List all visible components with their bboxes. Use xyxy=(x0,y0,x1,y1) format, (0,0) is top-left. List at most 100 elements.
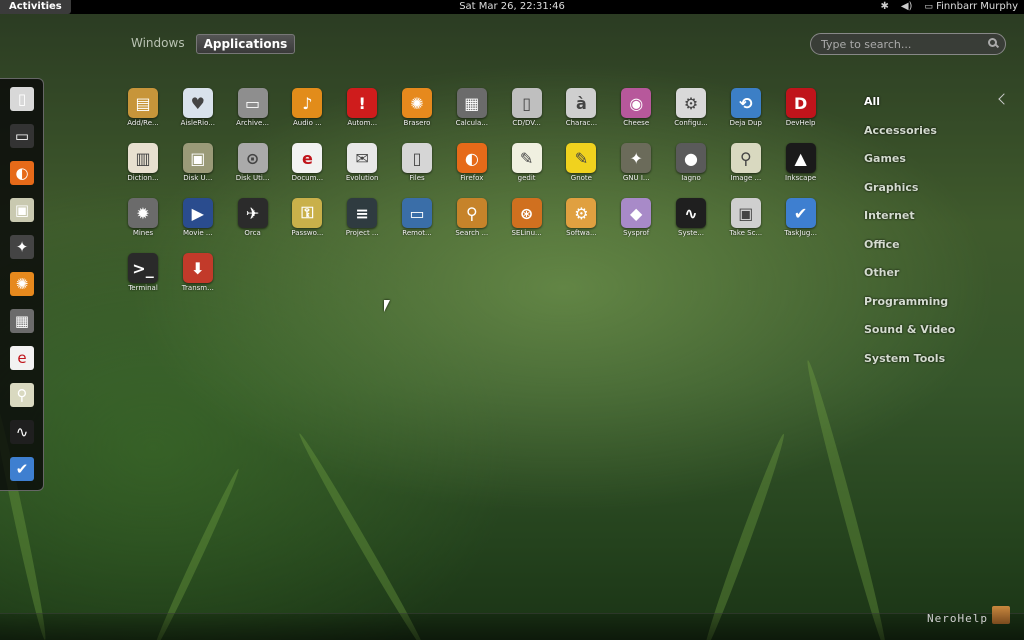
selinux-icon: ⊛ xyxy=(511,198,542,228)
search-input[interactable] xyxy=(821,37,981,51)
category-office[interactable]: Office xyxy=(864,238,955,267)
category-system-tools[interactable]: System Tools xyxy=(864,352,955,381)
user-menu[interactable]: ▭ Finnbarr Murphy xyxy=(924,0,1018,14)
app-label: Audio ... xyxy=(292,119,322,127)
app-launcher[interactable]: ✦ GNU I... xyxy=(609,141,663,193)
app-launcher[interactable]: ▯ Files xyxy=(390,141,444,193)
category-games[interactable]: Games xyxy=(864,152,955,181)
app-launcher[interactable]: ▤ Add/Re... xyxy=(116,86,170,138)
app-label: Iagno xyxy=(681,174,701,182)
app-label: Disk U... xyxy=(183,174,213,182)
dash: ▯ ▭ ◐ ▣ ✦ ✺ ▦ e ⚲ ∿ ✔ xyxy=(0,78,44,491)
evolution-icon[interactable]: e xyxy=(10,346,34,370)
app-launcher[interactable]: ▲ Inkscape xyxy=(774,141,828,193)
disk-usage-icon: ▣ xyxy=(182,143,213,173)
terminal-icon[interactable]: ▭ xyxy=(10,124,34,148)
app-launcher[interactable]: >_ Terminal xyxy=(116,251,170,303)
app-launcher[interactable]: ▯ CD/DV... xyxy=(500,86,554,138)
app-launcher[interactable]: ⚲ Image ... xyxy=(719,141,773,193)
rotate-icon[interactable]: ✺ xyxy=(10,272,34,296)
package-icon: ▤ xyxy=(128,88,158,118)
app-launcher[interactable]: ⚙ Configu... xyxy=(664,86,718,138)
app-label: Archive... xyxy=(236,119,270,127)
audio-cd-icon: ♪ xyxy=(292,88,323,118)
app-launcher[interactable]: ⊙ Disk Uti... xyxy=(226,141,280,193)
image-viewer-icon: ⚲ xyxy=(730,143,761,173)
app-launcher[interactable]: ♥ AisleRio... xyxy=(171,86,225,138)
app-launcher[interactable]: ∿ Syste... xyxy=(664,196,718,248)
app-launcher[interactable]: ! Autom... xyxy=(335,86,389,138)
files-icon[interactable]: ▯ xyxy=(10,87,34,111)
devhelp-icon: D xyxy=(785,88,816,118)
app-label: Deja Dup xyxy=(729,119,763,127)
app-launcher[interactable]: ✈ Orca xyxy=(226,196,280,248)
app-launcher[interactable]: ◐ Firefox xyxy=(445,141,499,193)
search-box[interactable] xyxy=(810,33,1006,55)
app-launcher[interactable]: ● Iagno xyxy=(664,141,718,193)
app-launcher[interactable]: à Charac... xyxy=(554,86,608,138)
firefox-icon[interactable]: ◐ xyxy=(10,161,34,185)
app-launcher[interactable]: ▭ Remot... xyxy=(390,196,444,248)
app-launcher[interactable]: ✔ TaskJug... xyxy=(774,196,828,248)
app-launcher[interactable]: ▣ Take Sc... xyxy=(719,196,773,248)
app-launcher[interactable]: ▦ Calcula... xyxy=(445,86,499,138)
category-all[interactable]: All xyxy=(864,95,955,124)
chevron-left-icon[interactable] xyxy=(998,93,1010,105)
app-label: Take Sc... xyxy=(729,229,763,237)
app-launcher[interactable]: ✉ Evolution xyxy=(335,141,389,193)
system-monitor-icon[interactable]: ∿ xyxy=(10,420,34,444)
app-launcher[interactable]: e Docum... xyxy=(280,141,334,193)
view-selector: Windows Applications xyxy=(124,34,296,54)
app-label: Orca xyxy=(244,229,261,237)
software-icon: ⚙ xyxy=(566,198,597,228)
app-label: Syste... xyxy=(678,229,704,237)
calculator-icon[interactable]: ▦ xyxy=(10,309,34,333)
app-launcher[interactable]: D DevHelp xyxy=(774,86,828,138)
app-launcher[interactable]: ⚙ Softwa... xyxy=(554,196,608,248)
app-launcher[interactable]: ◉ Cheese xyxy=(609,86,663,138)
image-viewer-icon[interactable]: ⚲ xyxy=(10,383,34,407)
sysprof-icon: ◆ xyxy=(621,198,652,228)
app-launcher[interactable]: ⟲ Deja Dup xyxy=(719,86,773,138)
category-programming[interactable]: Programming xyxy=(864,295,955,324)
app-launcher[interactable]: ⊛ SELinu... xyxy=(500,196,554,248)
app-launcher[interactable]: ≡ Project ... xyxy=(335,196,389,248)
app-label: Charac... xyxy=(565,119,598,127)
app-launcher[interactable]: ▣ Disk U... xyxy=(171,141,225,193)
app-label: TaskJug... xyxy=(784,229,817,237)
app-launcher[interactable]: ▥ Diction... xyxy=(116,141,170,193)
app-launcher[interactable]: ⬇ Transm... xyxy=(171,251,225,303)
app-launcher[interactable]: ▭ Archive... xyxy=(226,86,280,138)
category-accessories[interactable]: Accessories xyxy=(864,124,955,153)
tab-windows[interactable]: Windows xyxy=(124,34,192,54)
cheese-icon: ◉ xyxy=(621,88,652,118)
app-launcher[interactable]: ▶ Movie ... xyxy=(171,196,225,248)
category-other[interactable]: Other xyxy=(864,266,955,295)
category-internet[interactable]: Internet xyxy=(864,209,955,238)
search-icon[interactable] xyxy=(988,38,997,47)
app-launcher[interactable]: ✎ gedit xyxy=(500,141,554,193)
app-launcher[interactable]: ♪ Audio ... xyxy=(280,86,334,138)
app-label: gedit xyxy=(517,174,536,182)
tab-applications[interactable]: Applications xyxy=(195,34,296,54)
app-label: Configu... xyxy=(674,119,708,127)
app-launcher[interactable]: ⚲ Search ... xyxy=(445,196,499,248)
app-launcher[interactable]: ✹ Mines xyxy=(116,196,170,248)
app-launcher[interactable]: ✺ Brasero xyxy=(390,86,444,138)
app-launcher[interactable]: ✎ Gnote xyxy=(554,141,608,193)
app-label: Docum... xyxy=(291,174,324,182)
firefox-icon: ◐ xyxy=(456,143,487,173)
category-sound-video[interactable]: Sound & Video xyxy=(864,323,955,352)
accessibility-icon[interactable]: ✱ xyxy=(880,0,888,14)
system-status-area: ✱ ◀) ▭ Finnbarr Murphy xyxy=(880,0,1018,14)
folder-icon[interactable]: ▣ xyxy=(10,198,34,222)
gimp-icon[interactable]: ✦ xyxy=(10,235,34,259)
app-launcher[interactable]: ◆ Sysprof xyxy=(609,196,663,248)
taskjuggler-icon[interactable]: ✔ xyxy=(10,457,34,481)
category-graphics[interactable]: Graphics xyxy=(864,181,955,210)
app-label: Cheese xyxy=(623,119,650,127)
volume-icon[interactable]: ◀) xyxy=(901,0,913,14)
app-launcher[interactable]: ⚿ Passwo... xyxy=(280,196,334,248)
clock[interactable]: Sat Mar 26, 22:31:46 xyxy=(0,0,1024,14)
app-label: SELinu... xyxy=(511,229,542,237)
